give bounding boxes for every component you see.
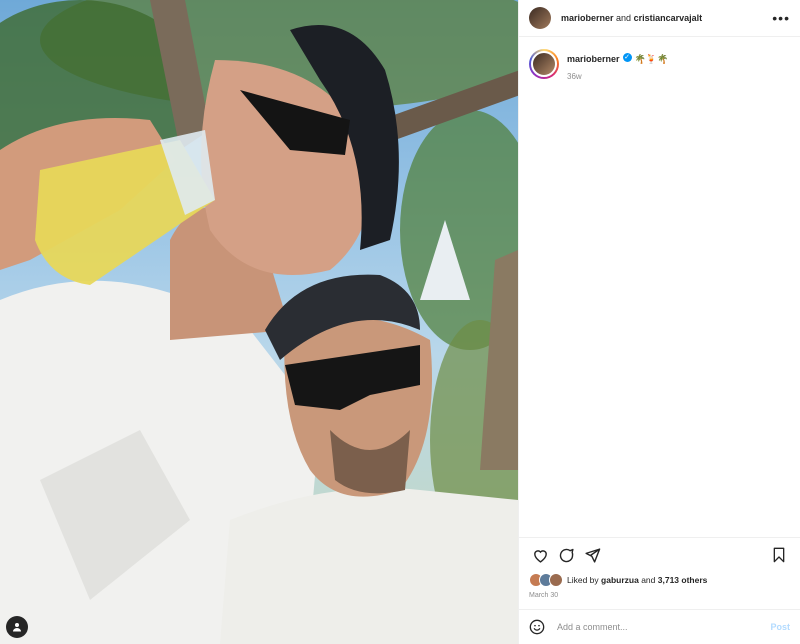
likes-prefix: Liked by [567, 575, 599, 585]
caption-username[interactable]: marioberner [567, 54, 620, 64]
post-header: marioberner and cristiancarvajalt ••• [519, 0, 800, 37]
post-photo[interactable] [0, 0, 518, 644]
liker-username[interactable]: gaburzua [601, 575, 639, 585]
more-options-icon[interactable]: ••• [772, 10, 790, 26]
post-authors: marioberner and cristiancarvajalt [561, 13, 772, 23]
likes-summary: Liked by gaburzua and 3,713 others [519, 572, 800, 588]
user-tag-icon[interactable] [6, 616, 28, 638]
likes-count[interactable]: 3,713 others [658, 575, 708, 585]
post-comment-button[interactable]: Post [770, 622, 790, 632]
action-bar [519, 537, 800, 572]
post-sidebar: marioberner and cristiancarvajalt ••• ma… [518, 0, 800, 644]
post-date[interactable]: March 30 [519, 588, 800, 609]
collaborator-username[interactable]: cristiancarvajalt [634, 13, 703, 23]
comment-bar: Post [519, 609, 800, 644]
comment-input[interactable] [555, 621, 771, 633]
emoji-icon[interactable] [529, 619, 545, 635]
liker-avatars [529, 573, 563, 587]
photo-illustration [0, 0, 518, 644]
post-caption: marioberner ✓ 🌴🍹🌴 36w [519, 37, 800, 81]
caption-text: 🌴🍹🌴 [634, 54, 669, 64]
heart-icon[interactable] [529, 544, 551, 566]
likes-joiner: and [641, 575, 656, 585]
author-avatar[interactable] [529, 7, 551, 29]
comment-icon[interactable] [555, 544, 577, 566]
post-age[interactable]: 36w [567, 72, 668, 81]
author-username[interactable]: marioberner [561, 13, 614, 23]
authors-conjunction: and [616, 13, 632, 23]
post-viewer: marioberner and cristiancarvajalt ••• ma… [0, 0, 800, 644]
verified-icon: ✓ [622, 53, 632, 63]
share-icon[interactable] [581, 544, 603, 566]
bookmark-icon[interactable] [768, 544, 790, 566]
caption-avatar[interactable] [529, 49, 559, 79]
